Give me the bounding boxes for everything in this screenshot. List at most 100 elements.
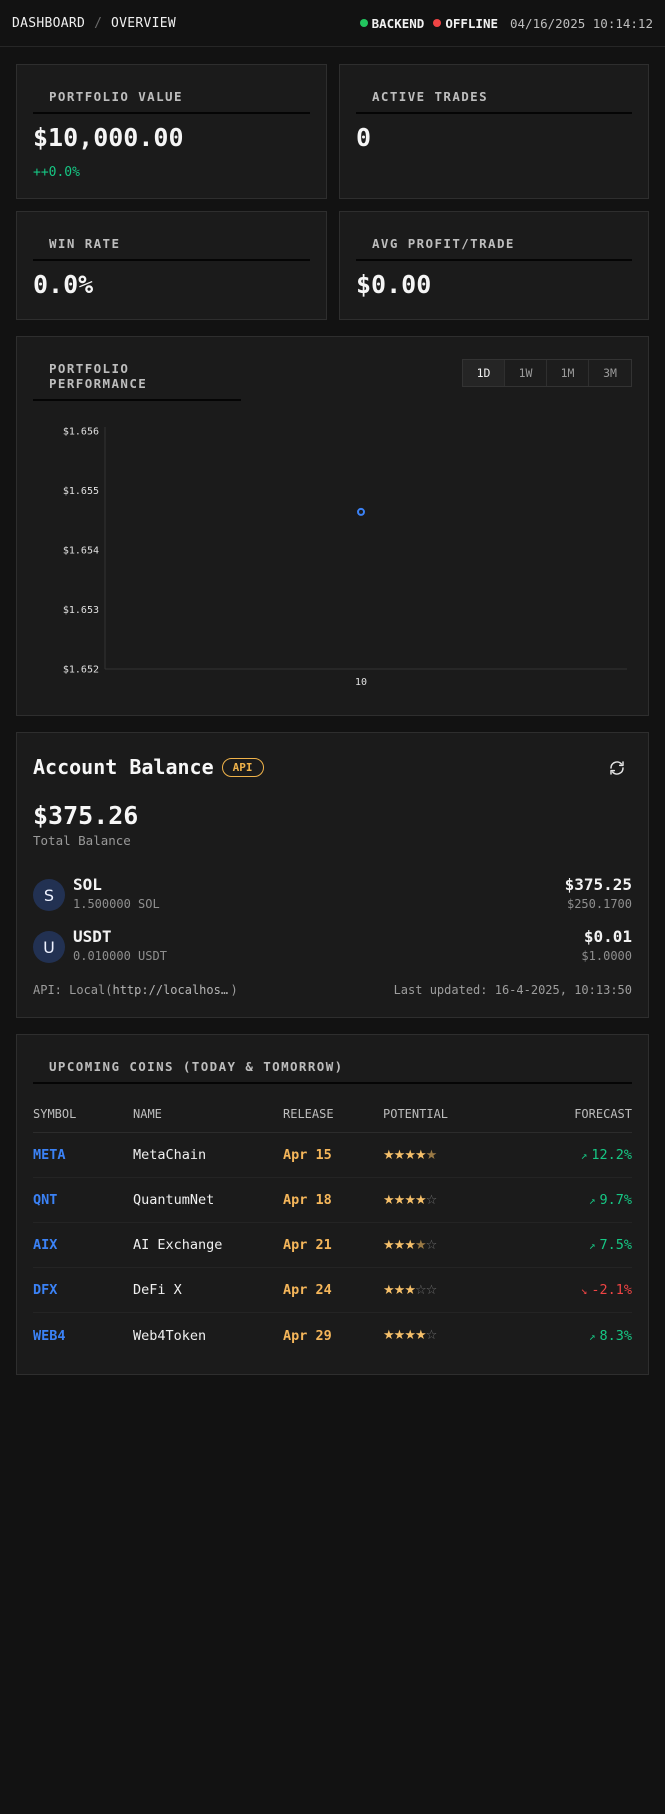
- star-filled-icon: ★: [404, 1147, 416, 1163]
- coin-symbol[interactable]: WEB4: [33, 1328, 133, 1344]
- coin-forecast: ↗ 8.3%: [493, 1328, 632, 1344]
- asset-amount: 0.010000 USDT: [73, 949, 167, 963]
- connection-status-label: OFFLINE: [445, 15, 498, 31]
- column-header-potential: POTENTIAL: [383, 1106, 449, 1121]
- status-group: BACKEND OFFLINE 04/16/2025 10:14:12: [359, 15, 653, 31]
- avg-profit-card: AVG PROFIT/TRADE $0.00: [339, 211, 649, 320]
- table-row[interactable]: QNT QuantumNet Apr 18 ★★★★☆ ↗ 9.7%: [33, 1178, 632, 1223]
- breadcrumb-dashboard[interactable]: DASHBOARD: [12, 16, 85, 31]
- table-row[interactable]: DFX DeFi X Apr 24 ★★★☆☆ ↘ -2.1%: [33, 1268, 632, 1313]
- breadcrumb-separator: /: [94, 15, 102, 31]
- asset-symbol: USDT: [73, 927, 112, 946]
- forecast-value: 8.3%: [599, 1327, 632, 1344]
- asset-price: $250.1700: [566, 897, 632, 911]
- coin-symbol[interactable]: DFX: [33, 1282, 133, 1298]
- coin-forecast: ↗ 7.5%: [493, 1237, 632, 1253]
- y-tick-label: $1.654: [63, 546, 99, 557]
- last-updated: Last updated: 16-4-2025, 10:13:50: [393, 983, 632, 997]
- forecast-value: -2.1%: [591, 1282, 632, 1298]
- star-filled-icon: ★: [404, 1237, 416, 1253]
- star-empty-icon: ☆: [414, 1282, 427, 1298]
- sol-coin-icon: S: [33, 879, 65, 911]
- star-filled-icon: ★: [383, 1192, 395, 1208]
- coin-symbol[interactable]: AIX: [33, 1237, 133, 1253]
- account-balance-card: Account Balance API $375.26 Total Balanc…: [16, 732, 649, 1018]
- backend-status-label: BACKEND: [371, 15, 425, 31]
- datetime: 04/16/2025 10:14:12: [510, 15, 653, 31]
- performance-chart: $1.656 $1.655 $1.654 $1.653 $1.652 10: [63, 427, 627, 688]
- api-badge: API: [221, 757, 264, 777]
- coin-forecast: ↗ 12.2%: [493, 1147, 632, 1163]
- coin-forecast: ↘ -2.1%: [493, 1282, 632, 1298]
- star-filled-icon: ★: [404, 1282, 416, 1298]
- potential-rating: ★★★★☆: [383, 1238, 493, 1253]
- forecast-value: 12.2%: [591, 1147, 632, 1163]
- table-header: SYMBOL NAME RELEASE POTENTIAL FORECAST: [33, 1095, 632, 1133]
- usdt-coin-icon: U: [33, 931, 65, 963]
- data-point[interactable]: [357, 507, 365, 516]
- portfolio-value: $10,000.00: [33, 123, 184, 152]
- star-empty-icon: ☆: [425, 1192, 438, 1208]
- table-row[interactable]: META MetaChain Apr 15 ★★★★★ ↗ 12.2%: [33, 1133, 632, 1178]
- asset-value: $0.01: [583, 927, 632, 946]
- star-half-icon: ★: [414, 1237, 427, 1253]
- star-empty-icon: ☆: [425, 1328, 438, 1343]
- coin-forecast: ↗ 9.7%: [493, 1192, 632, 1208]
- star-half-icon: ★: [425, 1147, 438, 1163]
- card-title: ACTIVE TRADES: [356, 89, 632, 114]
- api-prefix: API: Local(: [33, 983, 113, 997]
- asset-price: $1.0000: [581, 949, 632, 963]
- coin-symbol[interactable]: META: [33, 1147, 133, 1163]
- star-empty-icon: ☆: [425, 1237, 438, 1253]
- table-row[interactable]: WEB4 Web4Token Apr 29 ★★★★☆ ↗ 8.3%: [33, 1313, 632, 1358]
- coin-name: Web4Token: [133, 1327, 207, 1344]
- avg-profit-value: $0.00: [356, 270, 432, 299]
- active-trades-card: ACTIVE TRADES 0: [339, 64, 649, 199]
- connection-status: OFFLINE: [433, 16, 498, 31]
- breadcrumb-overview: OVERVIEW: [110, 15, 176, 31]
- top-bar: DASHBOARD / OVERVIEW BACKEND OFFLINE 04/…: [0, 0, 665, 47]
- card-title: PORTFOLIO VALUE: [33, 89, 310, 114]
- portfolio-value-card: PORTFOLIO VALUE $10,000.00 ++0.0%: [16, 64, 327, 199]
- portfolio-performance-card: PORTFOLIO PERFORMANCE 1D 1W 1M 3M $1.656…: [16, 336, 649, 716]
- asset-value: $375.25: [564, 875, 632, 894]
- trending-up-icon: ↗: [588, 1239, 596, 1252]
- star-filled-icon: ★: [393, 1147, 406, 1163]
- potential-rating: ★★★★☆: [383, 1328, 493, 1343]
- upcoming-coins-card: UPCOMING COINS (TODAY & TOMORROW) SYMBOL…: [16, 1034, 649, 1375]
- win-rate-card: WIN RATE 0.0%: [16, 211, 327, 320]
- y-tick-label: $1.652: [63, 665, 99, 676]
- asset-row-usdt: U USDT 0.010000 USDT $0.01 $1.0000: [33, 927, 632, 967]
- upcoming-coins-table: SYMBOL NAME RELEASE POTENTIAL FORECAST M…: [33, 1095, 632, 1358]
- x-tick-label: 10: [355, 677, 367, 688]
- coin-release: Apr 29: [283, 1327, 332, 1344]
- win-rate-value: 0.0%: [33, 270, 94, 299]
- asset-symbol: SOL: [73, 875, 102, 894]
- coin-release: Apr 21: [283, 1237, 332, 1253]
- coin-release: Apr 15: [283, 1147, 332, 1163]
- column-header-symbol: SYMBOL: [33, 1106, 77, 1121]
- refresh-icon[interactable]: [604, 755, 630, 781]
- star-filled-icon: ★: [414, 1192, 427, 1208]
- y-tick-label: $1.656: [63, 427, 99, 438]
- star-filled-icon: ★: [383, 1328, 395, 1343]
- y-tick-label: $1.655: [63, 486, 99, 497]
- coin-symbol[interactable]: QNT: [33, 1192, 133, 1208]
- star-filled-icon: ★: [404, 1328, 416, 1343]
- coin-name: DeFi X: [133, 1282, 182, 1298]
- asset-amount: 1.500000 SOL: [73, 897, 160, 911]
- forecast-value: 7.5%: [599, 1237, 632, 1253]
- star-filled-icon: ★: [404, 1192, 416, 1208]
- coin-release: Apr 18: [283, 1192, 332, 1208]
- star-filled-icon: ★: [414, 1328, 427, 1343]
- potential-rating: ★★★★☆: [383, 1193, 493, 1208]
- star-empty-icon: ☆: [425, 1282, 438, 1298]
- table-row[interactable]: AIX AI Exchange Apr 21 ★★★★☆ ↗ 7.5%: [33, 1223, 632, 1268]
- column-header-forecast: FORECAST: [574, 1106, 632, 1121]
- star-filled-icon: ★: [414, 1147, 427, 1163]
- trending-up-icon: ↗: [588, 1329, 596, 1343]
- account-balance-title: Account Balance: [33, 755, 214, 779]
- trending-up-icon: ↗: [580, 1149, 588, 1162]
- star-filled-icon: ★: [383, 1237, 395, 1253]
- coin-name: AI Exchange: [133, 1237, 223, 1253]
